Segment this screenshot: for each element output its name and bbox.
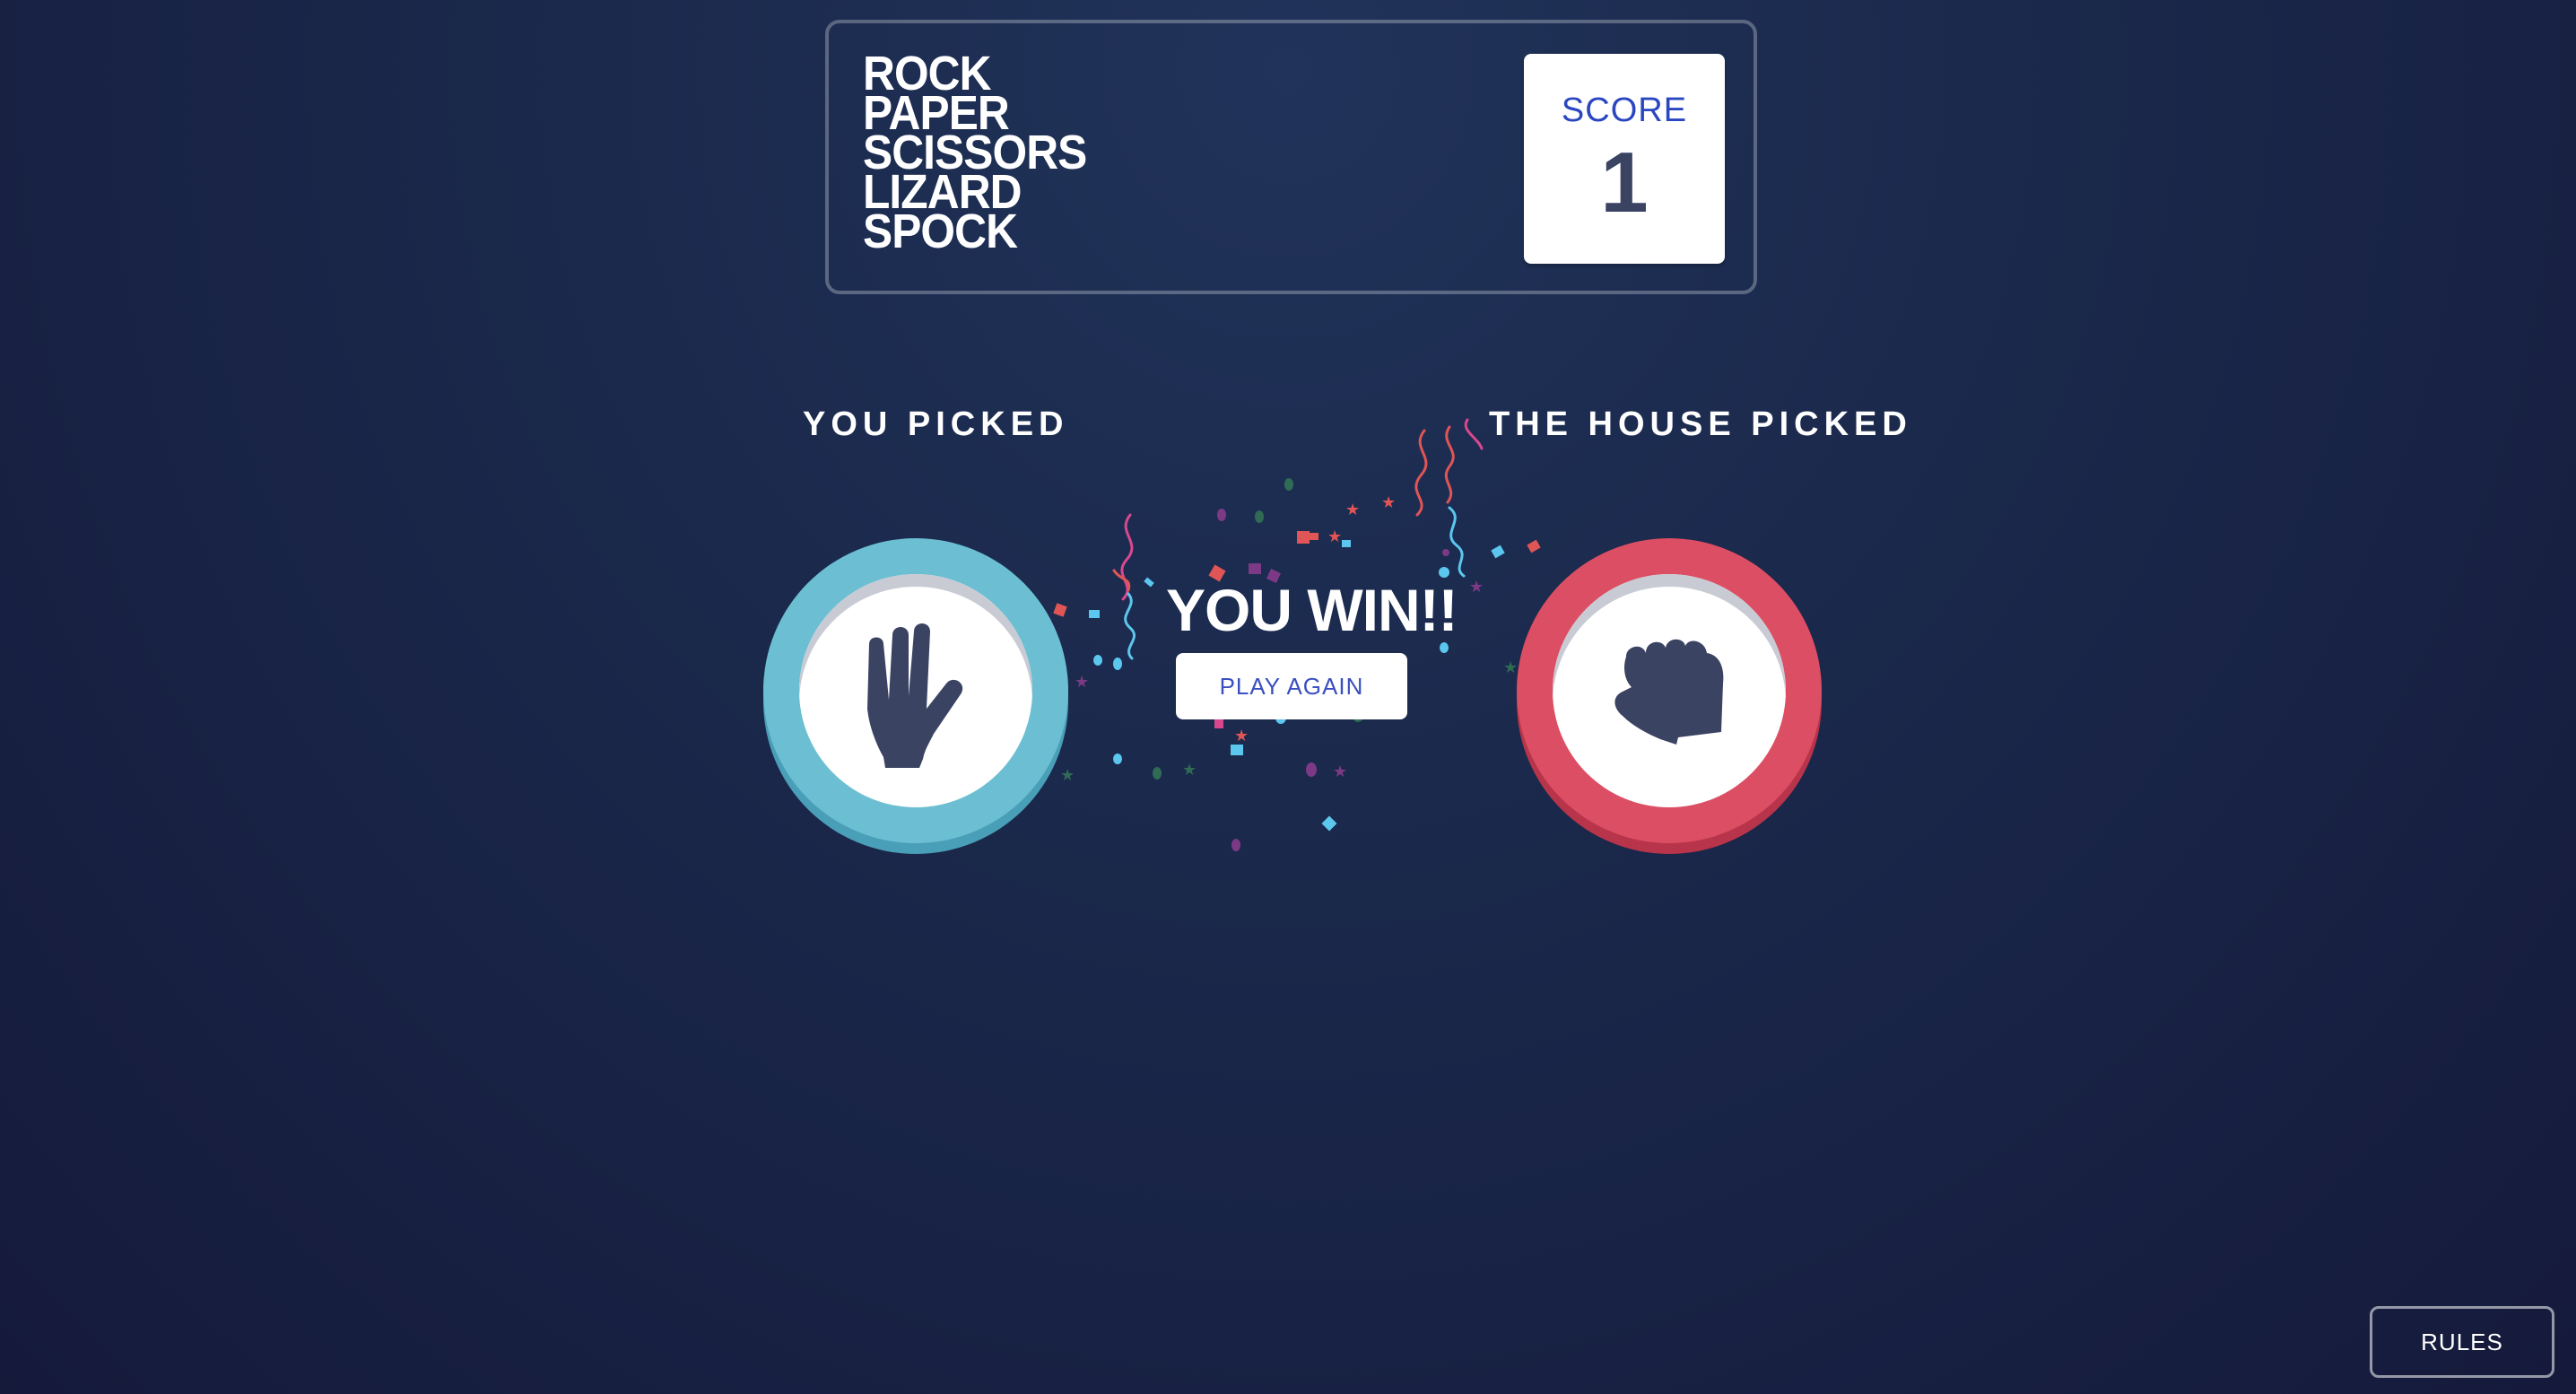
- player-pick-label: YOU PICKED: [803, 405, 1069, 443]
- score-box: SCORE 1: [1524, 54, 1725, 264]
- result-text: YOU WIN!!: [1166, 577, 1458, 643]
- svg-text:★: ★: [1333, 762, 1347, 781]
- rules-button[interactable]: RULES: [2370, 1306, 2554, 1378]
- house-pick-label: THE HOUSE PICKED: [1489, 405, 1912, 443]
- score-value: 1: [1600, 135, 1649, 231]
- score-label: SCORE: [1561, 91, 1688, 129]
- svg-text:★: ★: [1234, 727, 1249, 745]
- svg-text:★: ★: [1381, 493, 1396, 512]
- house-pick-token: [1517, 538, 1822, 854]
- header: ROCK PAPER SCISSORS LIZARD SPOCK SCORE 1: [825, 20, 1757, 294]
- spock-hand-icon: [867, 623, 963, 768]
- svg-text:★: ★: [1503, 658, 1518, 677]
- svg-text:★: ★: [1327, 527, 1342, 546]
- play-again-button[interactable]: PLAY AGAIN: [1176, 653, 1407, 719]
- svg-text:★: ★: [1469, 578, 1484, 597]
- svg-text:★: ★: [1345, 501, 1360, 519]
- game-logo: ROCK PAPER SCISSORS LIZARD SPOCK: [863, 49, 1106, 258]
- rock-fist-icon: [1614, 639, 1724, 745]
- logo-line-spock: SPOCK: [863, 205, 1018, 258]
- result-panel: YOU WIN!! PLAY AGAIN: [1166, 574, 1458, 719]
- svg-text:★: ★: [1182, 761, 1197, 780]
- svg-text:★: ★: [1075, 673, 1089, 692]
- player-pick-token: [763, 538, 1068, 854]
